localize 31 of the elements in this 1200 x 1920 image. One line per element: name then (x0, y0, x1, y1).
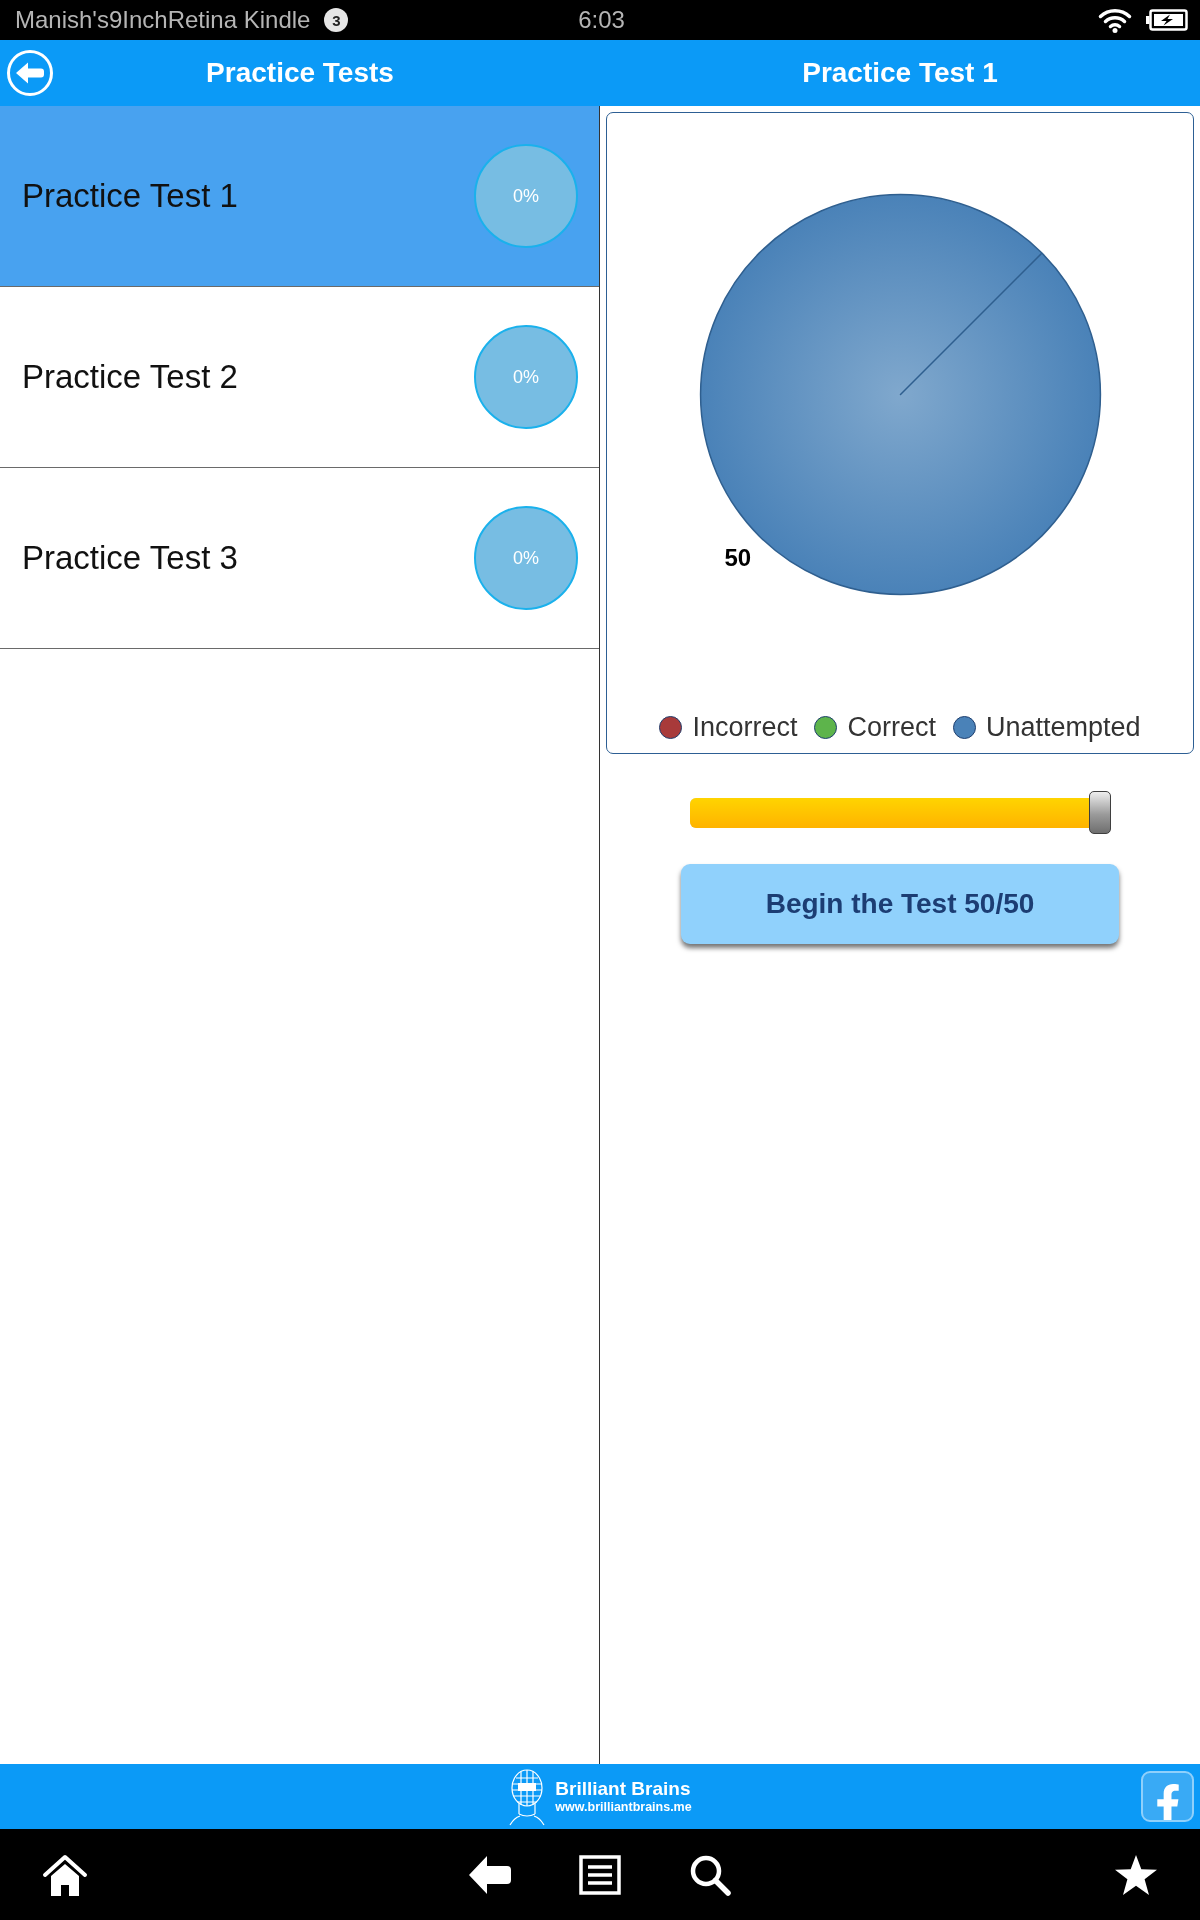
test-title: Practice Test 2 (22, 358, 238, 396)
test-list-item[interactable]: Practice Test 1 0% (0, 106, 599, 287)
panel-title: Practice Tests (206, 57, 394, 89)
brand-website: www.brilliantbrains.me (555, 1800, 692, 1815)
slider-track[interactable] (689, 791, 1111, 834)
test-title: Practice Test 1 (22, 177, 238, 215)
home-icon[interactable] (42, 1853, 88, 1896)
legend-label: Unattempted (986, 711, 1141, 743)
facebook-icon[interactable] (1141, 1771, 1194, 1822)
progress-circle: 0% (474, 325, 578, 429)
head-logo-icon (508, 1767, 547, 1826)
wifi-icon (1098, 7, 1132, 33)
battery-icon (1146, 9, 1188, 31)
search-icon[interactable] (689, 1853, 731, 1896)
legend-label: Correct (847, 711, 936, 743)
back-icon[interactable] (6, 49, 54, 97)
notification-count: 3 (324, 8, 349, 32)
progress-circle: 0% (474, 506, 578, 610)
legend-label: Incorrect (692, 711, 798, 743)
device-name: Manish's9InchRetina Kindle (15, 6, 311, 34)
slider-thumb[interactable] (1088, 791, 1111, 834)
panel-title: Practice Test 1 (802, 57, 998, 89)
status-time: 6:03 (578, 6, 625, 34)
star-icon[interactable] (1114, 1853, 1158, 1896)
brand-name: Brilliant Brains (555, 1778, 691, 1800)
back-arrow-icon[interactable] (469, 1854, 511, 1895)
data-label: 50 (724, 543, 751, 571)
test-title: Practice Test 3 (22, 539, 238, 577)
progress-circle: 0% (474, 144, 578, 248)
list-icon[interactable] (579, 1854, 621, 1895)
begin-test-button[interactable]: Begin the Test 50/50 (681, 864, 1119, 944)
